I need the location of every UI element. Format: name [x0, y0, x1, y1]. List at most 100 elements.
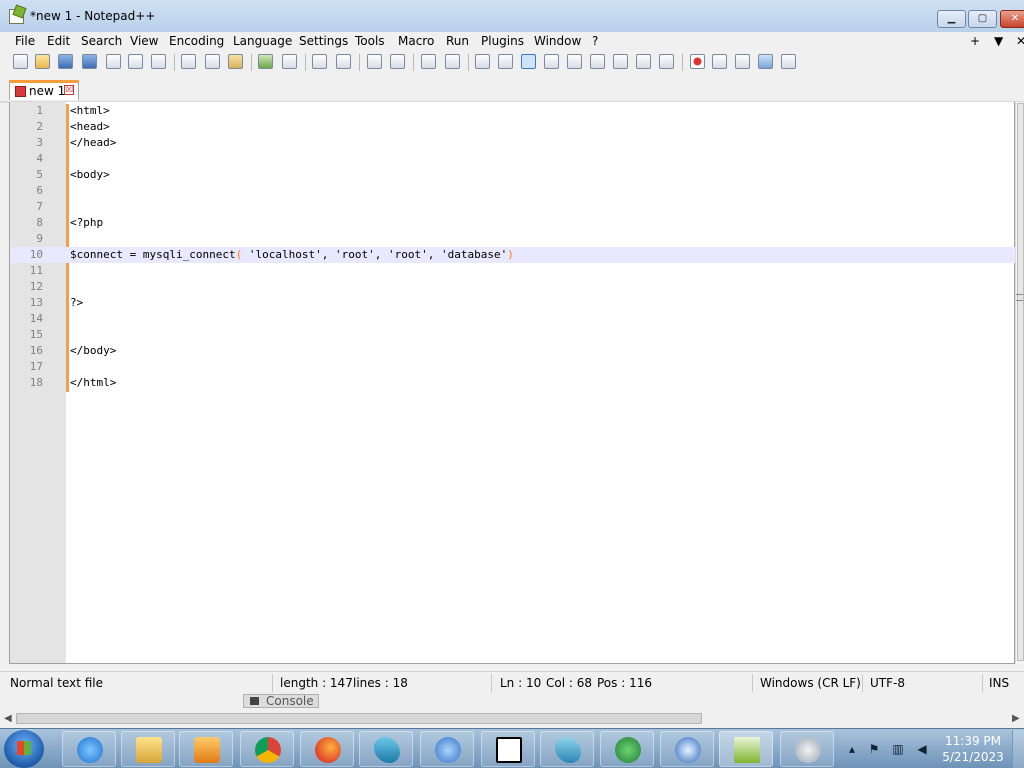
- menu-run[interactable]: Run: [445, 33, 470, 49]
- code-text[interactable]: <html>: [70, 103, 110, 119]
- editor-line[interactable]: 15: [10, 327, 1015, 343]
- menu-settings[interactable]: Settings: [298, 33, 349, 49]
- editor-area[interactable]: 1 <html> 2 <head> 3 </head> 4 5 <body> 6 7 8 <?php 9 1…: [9, 102, 1015, 664]
- code-text[interactable]: </body>: [70, 343, 116, 359]
- show-desktop-button[interactable]: [1012, 730, 1024, 768]
- replace-icon[interactable]: [336, 54, 351, 69]
- save-icon[interactable]: [58, 54, 73, 69]
- code-text[interactable]: </html>: [70, 375, 116, 391]
- taskbar-app-internet-explorer[interactable]: [62, 731, 116, 767]
- menu-search[interactable]: Search: [80, 33, 123, 49]
- editor-line[interactable]: 3 </head>: [10, 135, 1015, 151]
- taskbar-app-security[interactable]: [660, 731, 714, 767]
- paste-icon[interactable]: [228, 54, 243, 69]
- status-eol[interactable]: Windows (CR LF): [760, 676, 861, 690]
- taskbar-app-mysql-workbench[interactable]: [359, 731, 413, 767]
- editor-line[interactable]: 9: [10, 231, 1015, 247]
- tab-list-dropdown[interactable]: ▼: [994, 33, 1003, 49]
- network-icon[interactable]: ▥: [891, 742, 905, 756]
- user-defined-language-icon[interactable]: [544, 54, 559, 69]
- menu-plugins[interactable]: Plugins: [480, 33, 525, 49]
- save-macro-icon[interactable]: [781, 54, 796, 69]
- copy-icon[interactable]: [205, 54, 220, 69]
- undo-icon[interactable]: [258, 54, 273, 69]
- horizontal-scrollbar[interactable]: ◀ ▶: [0, 709, 1024, 728]
- volume-muted-icon[interactable]: ◀: [915, 742, 929, 756]
- taskbar-app-firefox[interactable]: [300, 731, 354, 767]
- vertical-scrollbar[interactable]: [1015, 102, 1024, 664]
- new-file-icon[interactable]: [13, 54, 28, 69]
- scroll-right-arrow-icon[interactable]: ▶: [1012, 713, 1020, 724]
- code-text[interactable]: ?>: [70, 295, 83, 311]
- sync-horizontal-icon[interactable]: [445, 54, 460, 69]
- editor-line[interactable]: 12: [10, 279, 1015, 295]
- code-text[interactable]: <body>: [70, 167, 110, 183]
- editor-line[interactable]: 4: [10, 151, 1015, 167]
- minimize-button[interactable]: ▁: [937, 10, 966, 28]
- editor-line[interactable]: 10 $connect = mysqli_connect( 'localhost'…: [10, 247, 1015, 263]
- cut-icon[interactable]: [181, 54, 196, 69]
- taskbar-app-chrome[interactable]: [240, 731, 294, 767]
- editor-line[interactable]: 7: [10, 199, 1015, 215]
- menu-help[interactable]: ?: [591, 33, 599, 49]
- monitoring-icon[interactable]: [636, 54, 651, 69]
- taskbar-app-download-manager[interactable]: [600, 731, 654, 767]
- tab-close-icon[interactable]: ☒: [64, 85, 74, 95]
- code-text[interactable]: $connect = mysqli_connect( 'localhost', …: [70, 247, 514, 263]
- document-map-icon[interactable]: [567, 54, 582, 69]
- code-text[interactable]: </head>: [70, 135, 116, 151]
- tab-new-1[interactable]: new 1 ☒: [9, 80, 79, 100]
- folder-as-workspace-icon[interactable]: [613, 54, 628, 69]
- print-icon[interactable]: [151, 54, 166, 69]
- editor-line[interactable]: 5 <body>: [10, 167, 1015, 183]
- close-file-icon[interactable]: [106, 54, 121, 69]
- zoom-out-icon[interactable]: [390, 54, 405, 69]
- maximize-button[interactable]: ▢: [968, 10, 997, 28]
- taskbar-app-media-player[interactable]: [179, 731, 233, 767]
- save-all-icon[interactable]: [82, 54, 97, 69]
- code-text[interactable]: <?php: [70, 215, 103, 231]
- code-text[interactable]: <head>: [70, 119, 110, 135]
- sync-vertical-icon[interactable]: [421, 54, 436, 69]
- menu-file[interactable]: File: [14, 33, 36, 49]
- editor-line[interactable]: 13 ?>: [10, 295, 1015, 311]
- menu-language[interactable]: Language: [232, 33, 293, 49]
- title-bar[interactable]: *new 1 - Notepad++ ▁ ▢ ✕: [0, 0, 1024, 33]
- menu-view[interactable]: View: [129, 33, 159, 49]
- editor-line[interactable]: 17: [10, 359, 1015, 375]
- show-all-characters-icon[interactable]: [498, 54, 513, 69]
- taskbar-app-file-explorer[interactable]: [121, 731, 175, 767]
- taskbar-app-mysql-tool[interactable]: [540, 731, 594, 767]
- menu-encoding[interactable]: Encoding: [168, 33, 225, 49]
- zoom-in-icon[interactable]: [367, 54, 382, 69]
- horizontal-scroll-thumb[interactable]: [16, 713, 702, 724]
- close-document-button[interactable]: ✕: [1016, 33, 1024, 49]
- new-tab-plus-button[interactable]: +: [970, 33, 980, 49]
- record-macro-icon[interactable]: [690, 54, 705, 69]
- menu-edit[interactable]: Edit: [46, 33, 71, 49]
- open-file-icon[interactable]: [35, 54, 50, 69]
- close-all-icon[interactable]: [128, 54, 143, 69]
- status-insert-mode[interactable]: INS: [989, 676, 1009, 690]
- run-macro-multiple-icon[interactable]: [758, 54, 773, 69]
- stop-macro-icon[interactable]: [712, 54, 727, 69]
- editor-line[interactable]: 11: [10, 263, 1015, 279]
- console-panel-tab[interactable]: Console: [243, 694, 319, 708]
- scroll-left-arrow-icon[interactable]: ◀: [4, 713, 12, 724]
- find-icon[interactable]: [312, 54, 327, 69]
- status-encoding[interactable]: UTF-8: [870, 676, 905, 690]
- close-button[interactable]: ✕: [1000, 10, 1024, 28]
- indent-guide-icon[interactable]: [521, 54, 536, 69]
- taskbar-app-network-tool[interactable]: [420, 731, 474, 767]
- doc-switcher-icon[interactable]: [659, 54, 674, 69]
- taskbar-app-lambda[interactable]: [780, 731, 834, 767]
- start-button[interactable]: [4, 730, 44, 768]
- menu-macro[interactable]: Macro: [397, 33, 435, 49]
- editor-line[interactable]: 18 </html>: [10, 375, 1015, 391]
- vertical-scroll-thumb[interactable]: [1017, 103, 1024, 661]
- editor-line[interactable]: 16 </body>: [10, 343, 1015, 359]
- action-center-flag-icon[interactable]: ⚑: [867, 742, 881, 756]
- editor-line[interactable]: 8 <?php: [10, 215, 1015, 231]
- editor-line[interactable]: 6: [10, 183, 1015, 199]
- taskbar-app-7zip[interactable]: [481, 731, 535, 767]
